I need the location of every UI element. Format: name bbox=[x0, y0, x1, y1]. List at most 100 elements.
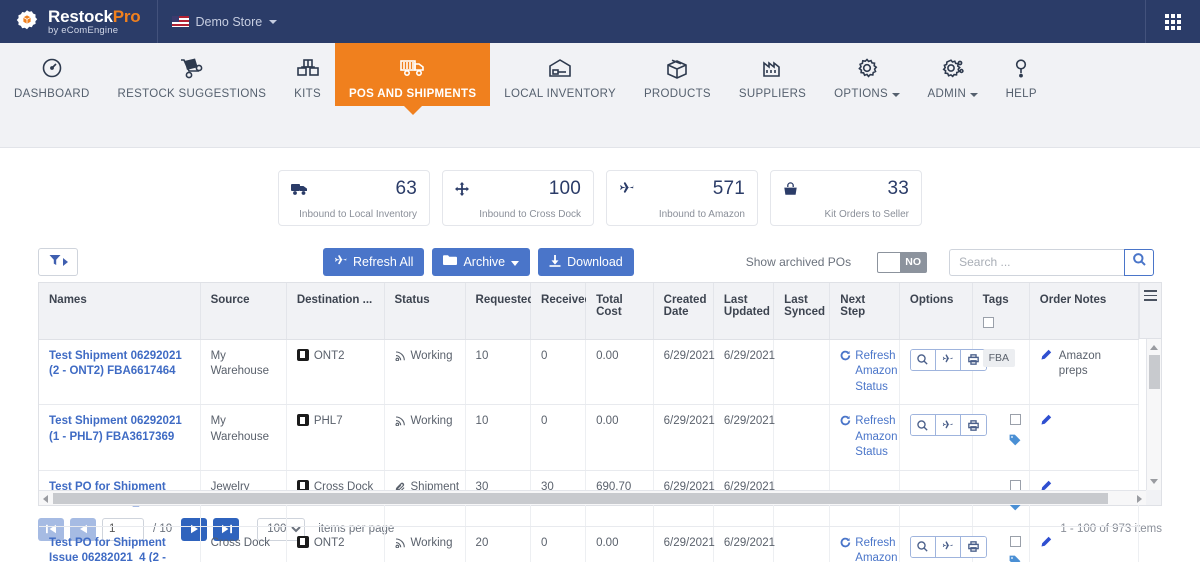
column-header-tags[interactable]: Tags bbox=[972, 283, 1030, 340]
download-button[interactable]: Download bbox=[538, 248, 634, 276]
scrollbar-corner bbox=[1146, 490, 1161, 505]
search-input[interactable] bbox=[949, 248, 1125, 276]
nav-item-suppliers[interactable]: SUPPLIERS bbox=[725, 43, 820, 106]
column-header-options[interactable]: Options bbox=[899, 283, 973, 340]
grid-apps-icon[interactable] bbox=[1145, 0, 1200, 43]
archive-button[interactable]: Archive bbox=[432, 248, 531, 276]
cell-options bbox=[899, 404, 987, 471]
edit-pencil-icon[interactable] bbox=[1040, 536, 1052, 554]
edit-pencil-icon[interactable] bbox=[1040, 414, 1052, 432]
chevron-down-icon bbox=[891, 93, 900, 97]
cell-destination: ONT2 bbox=[286, 339, 385, 406]
stat-value: 63 bbox=[395, 178, 417, 199]
tag-label-icon[interactable] bbox=[1009, 555, 1021, 562]
nav-item-restock-suggestions[interactable]: RESTOCK SUGGESTIONS bbox=[104, 43, 281, 106]
gauge-icon bbox=[39, 55, 65, 81]
refresh-all-button[interactable]: Refresh All bbox=[323, 248, 425, 276]
nav-item-help[interactable]: HELP bbox=[992, 43, 1051, 106]
table-row[interactable]: Test Shipment 06292021 (2 - ONT2) FBA661… bbox=[39, 339, 1140, 406]
stats-row: 63 Inbound to Local Inventory 100 Inboun… bbox=[0, 148, 1200, 242]
horizontal-scroll-thumb[interactable] bbox=[53, 493, 1108, 504]
po-shipments-table: Names Source Destination ... Status Requ… bbox=[38, 282, 1162, 562]
nav-item-kits[interactable]: KITS bbox=[280, 43, 335, 106]
tag-checkbox[interactable] bbox=[1009, 479, 1021, 491]
column-chooser-button[interactable] bbox=[1139, 283, 1161, 339]
magnifier-icon-button[interactable] bbox=[910, 536, 936, 557]
nav-item-products[interactable]: PRODUCTS bbox=[630, 43, 725, 106]
column-header-last-updated[interactable]: Last Updated bbox=[713, 283, 775, 340]
column-header-total-cost[interactable]: Total Cost bbox=[585, 283, 654, 340]
order-note-text: Amazon preps bbox=[1058, 349, 1101, 378]
brand-logo[interactable]: RestockPro by eComEngine bbox=[0, 0, 158, 43]
tags-header-checkbox[interactable] bbox=[982, 316, 994, 331]
download-icon bbox=[549, 254, 561, 270]
tag-label-icon[interactable] bbox=[1009, 434, 1021, 449]
po-name-link[interactable]: Test Shipment 06292021 (1 - PHL7) FBA361… bbox=[49, 415, 182, 443]
scroll-up-arrow-icon[interactable] bbox=[1150, 345, 1158, 350]
table-row[interactable]: Test PO for Shipment Issue 06282021_4 (2… bbox=[39, 526, 1140, 562]
scroll-down-arrow-icon[interactable] bbox=[1150, 479, 1158, 484]
column-header-last-synced[interactable]: Last Synced bbox=[773, 283, 831, 340]
cell-created-date: 6/29/2021 bbox=[653, 339, 715, 406]
column-header-names[interactable]: Names bbox=[39, 283, 201, 340]
po-name-link[interactable]: Test PO for Shipment Issue 06282021_4 (2… bbox=[49, 537, 166, 562]
column-header-destination[interactable]: Destination ... bbox=[286, 283, 385, 340]
printer-icon-button[interactable] bbox=[960, 536, 986, 557]
show-archived-label: Show archived POs bbox=[745, 255, 852, 269]
search-button[interactable] bbox=[1124, 248, 1155, 276]
magnifier-icon-button[interactable] bbox=[910, 415, 936, 436]
nav-item-pos-and-shipments[interactable]: POS AND SHIPMENTS bbox=[334, 43, 491, 106]
scroll-left-arrow-icon[interactable] bbox=[43, 495, 48, 503]
rss-working-icon bbox=[394, 414, 406, 432]
stat-card-inbound-amazon[interactable]: 571 Inbound to Amazon bbox=[606, 170, 758, 226]
nav-label: POS AND SHIPMENTS bbox=[348, 88, 477, 100]
edit-pencil-icon[interactable] bbox=[1040, 349, 1052, 367]
airplane-icon-button[interactable] bbox=[935, 349, 961, 370]
nav-label: HELP bbox=[1005, 88, 1037, 100]
nav-item-local-inventory[interactable]: LOCAL INVENTORY bbox=[490, 43, 630, 106]
cell-next-step[interactable]: Refresh Amazon Status bbox=[829, 404, 900, 471]
column-header-received[interactable]: Received bbox=[530, 283, 592, 340]
airplane-icon-button[interactable] bbox=[935, 415, 961, 436]
cell-requested: 20 bbox=[465, 526, 532, 562]
column-header-next-step[interactable]: Next Step bbox=[829, 283, 900, 340]
tag-checkbox[interactable] bbox=[1009, 535, 1021, 547]
rss-working-icon bbox=[394, 349, 406, 367]
tag-chip[interactable]: FBA bbox=[982, 348, 1016, 367]
column-header-requested[interactable]: Requested bbox=[465, 283, 534, 340]
magnifier-icon-button[interactable] bbox=[910, 349, 936, 370]
filter-button[interactable] bbox=[38, 248, 78, 276]
show-archived-toggle[interactable]: NO bbox=[877, 251, 928, 273]
stat-card-inbound-cross-dock[interactable]: 100 Inbound to Cross Dock bbox=[442, 170, 594, 226]
cell-requested: 10 bbox=[465, 339, 532, 406]
top-bar: RestockPro by eComEngine Demo Store bbox=[0, 0, 1200, 43]
po-name-link[interactable]: Test Shipment 06292021 (2 - ONT2) FBA661… bbox=[49, 350, 182, 378]
tag-checkbox[interactable] bbox=[1009, 414, 1021, 426]
stat-card-inbound-local-inventory[interactable]: 63 Inbound to Local Inventory bbox=[278, 170, 430, 226]
rss-working-icon bbox=[394, 536, 406, 554]
column-header-created-date[interactable]: Created Date bbox=[653, 283, 714, 340]
table-vertical-scrollbar[interactable] bbox=[1146, 339, 1161, 490]
nav-label: RESTOCK SUGGESTIONS bbox=[117, 88, 267, 100]
folder-icon bbox=[443, 255, 458, 269]
vertical-scroll-thumb[interactable] bbox=[1149, 355, 1160, 389]
cell-next-step[interactable]: Refresh Amazon Status bbox=[829, 526, 900, 562]
column-header-source[interactable]: Source bbox=[200, 283, 287, 340]
scroll-right-arrow-icon[interactable] bbox=[1137, 495, 1142, 503]
stat-card-kit-orders-seller[interactable]: 33 Kit Orders to Seller bbox=[770, 170, 922, 226]
nav-item-admin[interactable]: ADMIN bbox=[914, 43, 992, 106]
nav-item-dashboard[interactable]: DASHBOARD bbox=[0, 43, 104, 106]
column-header-order-notes[interactable]: Order Notes bbox=[1029, 283, 1140, 340]
cell-total-cost: 0.00 bbox=[585, 526, 654, 562]
airplane-icon-button[interactable] bbox=[935, 536, 961, 557]
printer-icon-button[interactable] bbox=[960, 415, 986, 436]
gear-icon bbox=[854, 55, 880, 81]
store-selector[interactable]: Demo Store bbox=[158, 0, 292, 43]
cell-next-step[interactable]: Refresh Amazon Status bbox=[829, 339, 900, 406]
table-row[interactable]: Test Shipment 06292021 (1 - PHL7) FBA361… bbox=[39, 404, 1140, 471]
chevron-down-icon bbox=[511, 255, 520, 269]
cell-name: Test PO for Shipment Issue 06282021_4 (2… bbox=[39, 526, 201, 562]
nav-item-options[interactable]: OPTIONS bbox=[820, 43, 913, 106]
table-horizontal-scrollbar[interactable] bbox=[39, 490, 1146, 505]
column-header-status[interactable]: Status bbox=[384, 283, 466, 340]
